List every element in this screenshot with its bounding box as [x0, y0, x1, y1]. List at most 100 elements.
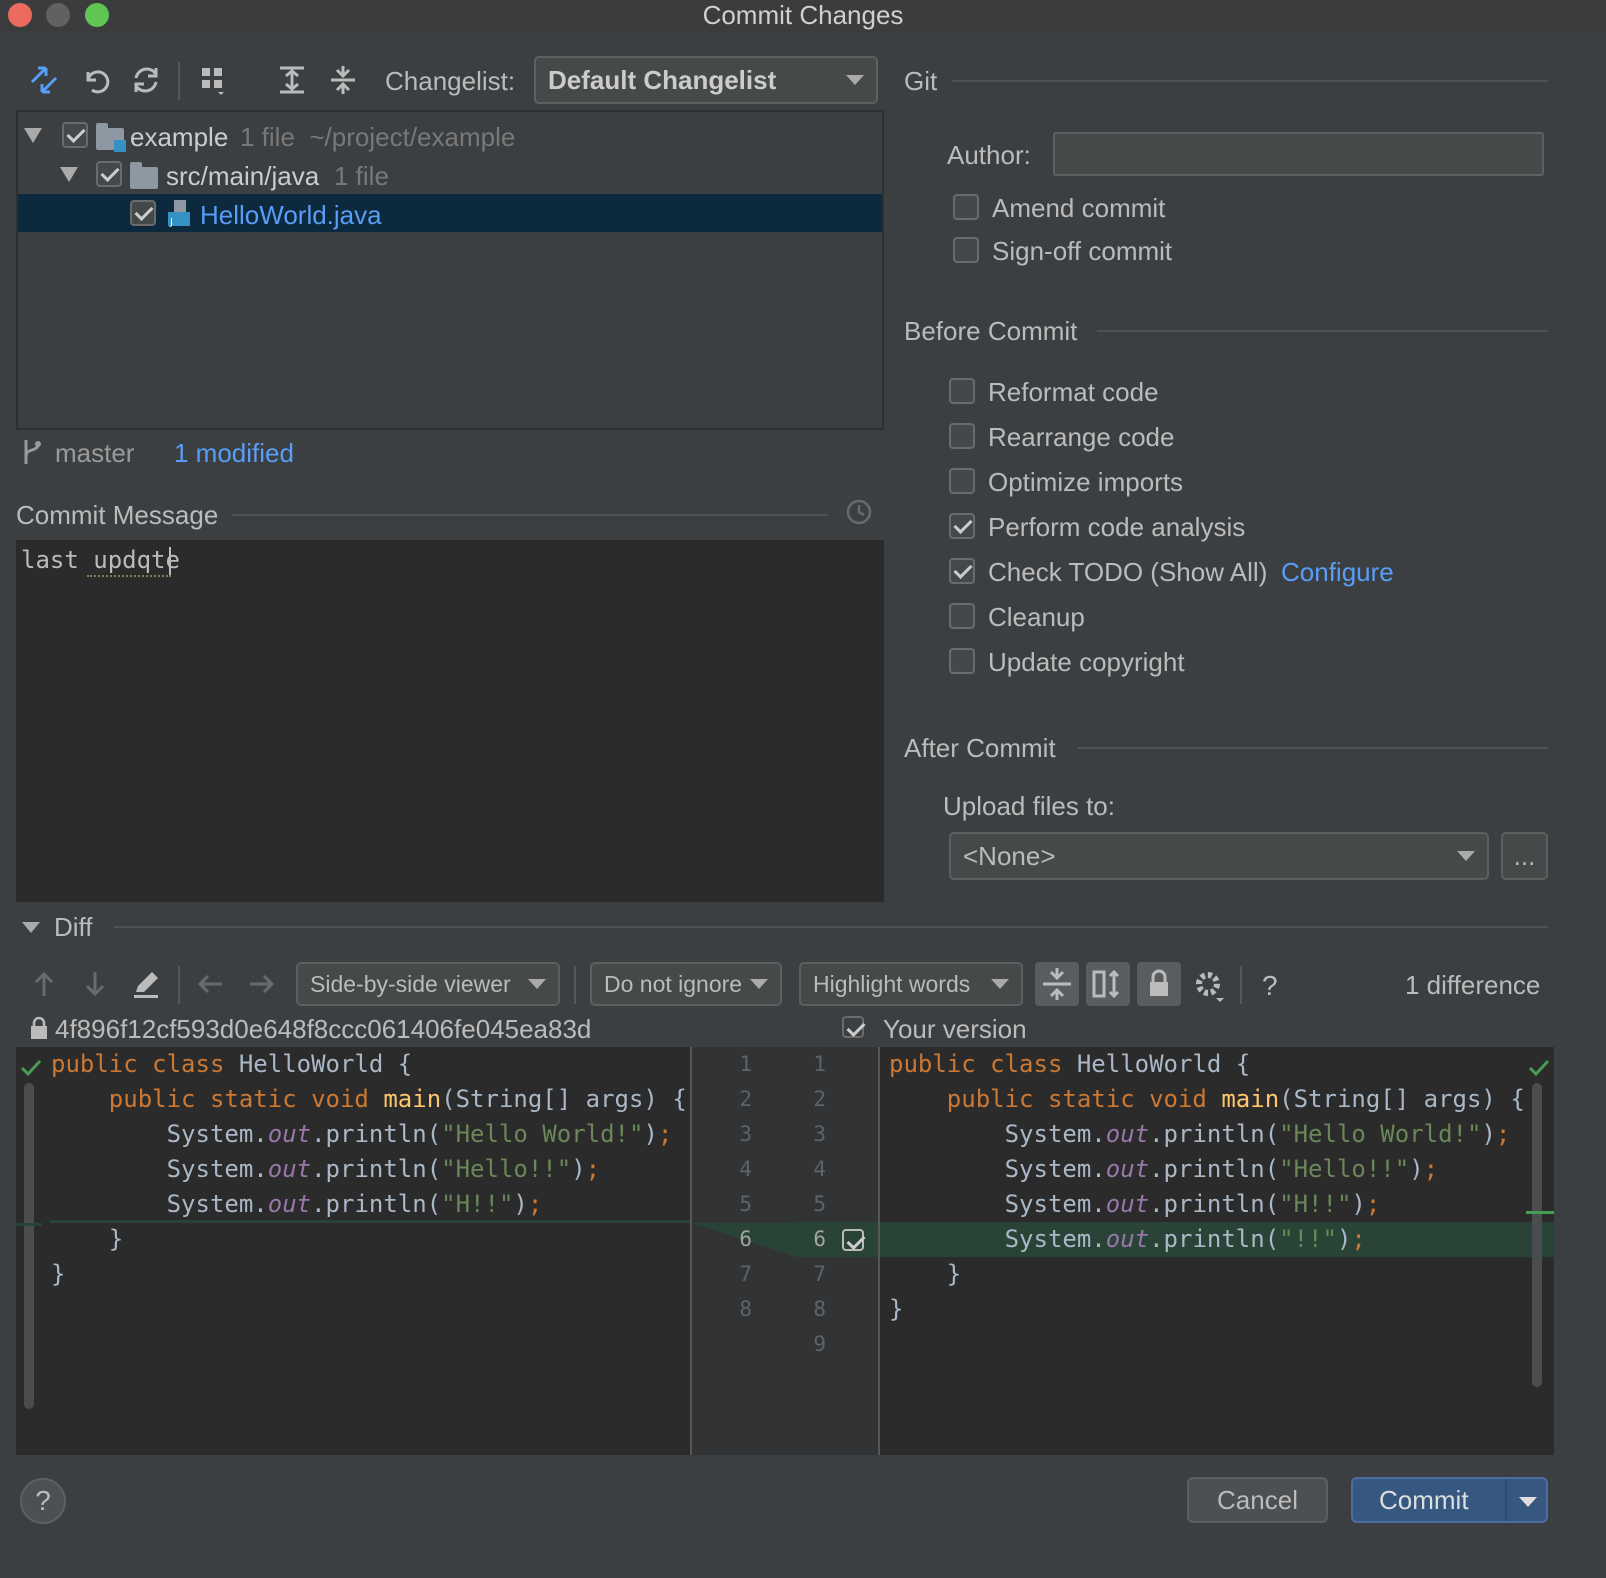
reformat-code-checkbox[interactable]	[949, 378, 975, 404]
left-revision-hash: 4f896f12cf593d0e648f8ccc061406fe045ea83d	[55, 1014, 592, 1044]
edit-source-icon[interactable]	[128, 966, 164, 1002]
src-main-java-checkbox[interactable]	[96, 161, 122, 187]
expand-triangle-icon[interactable]	[60, 167, 78, 182]
commit-button[interactable]: Commit	[1351, 1477, 1548, 1523]
update-copyright-checkbox[interactable]	[949, 648, 975, 674]
changes-tree[interactable]: example 1 file ~/project/example src/mai…	[16, 110, 884, 430]
next-difference-icon[interactable]	[77, 966, 113, 1002]
perform-code-analysis-checkbox[interactable]	[949, 513, 975, 539]
commit-label: Commit	[1379, 1484, 1469, 1515]
toolbar-separator	[178, 62, 180, 100]
perform-code-analysis-label: Perform code analysis	[988, 512, 1246, 542]
chevron-down-icon	[750, 979, 768, 989]
left-editor[interactable]: public class HelloWorld { public static …	[16, 1047, 690, 1455]
chevron-down-icon	[846, 75, 864, 85]
arrow-right-icon[interactable]	[244, 966, 280, 1002]
amend-commit-checkbox[interactable]	[953, 194, 979, 220]
help-icon: ?	[35, 1485, 51, 1516]
rollback-icon[interactable]	[78, 62, 114, 98]
include-your-version-checkbox[interactable]	[842, 1016, 864, 1038]
group-by-icon[interactable]	[196, 62, 232, 98]
title-bar: Commit Changes	[0, 0, 1606, 34]
modified-count-link[interactable]: 1 modified	[174, 438, 294, 469]
help-button[interactable]: ?	[20, 1478, 66, 1524]
apply-change-checkbox[interactable]	[842, 1229, 864, 1251]
diff-title: Diff	[54, 912, 93, 942]
cancel-label: Cancel	[1217, 1484, 1298, 1515]
author-input[interactable]	[1053, 132, 1544, 176]
refresh-icon[interactable]	[128, 62, 164, 98]
chevron-down-icon	[528, 979, 546, 989]
diff-help-icon[interactable]: ?	[1262, 970, 1278, 1002]
toolbar-separator	[178, 966, 180, 1004]
amend-commit-label: Amend commit	[992, 193, 1166, 223]
viewer-mode-value: Side-by-side viewer	[310, 970, 511, 997]
reformat-code-label: Reformat code	[988, 377, 1159, 407]
left-code: public class HelloWorld { public static …	[51, 1050, 687, 1288]
signoff-commit-checkbox[interactable]	[953, 237, 979, 263]
highlight-mode-dropdown[interactable]: Highlight words	[799, 962, 1023, 1006]
changelist-label: Changelist:	[385, 66, 516, 96]
right-editor[interactable]: public class HelloWorld { public static …	[880, 1047, 1554, 1455]
tree-item-name: src/main/java	[166, 161, 320, 191]
right-revision-label: Your version	[883, 1014, 1027, 1044]
branch-name[interactable]: master	[55, 438, 134, 469]
tree-item-name: HelloWorld.java	[200, 200, 382, 230]
helloworld-java-checkbox[interactable]	[130, 200, 156, 226]
tree-item-meta: 1 file	[334, 161, 389, 191]
upload-browse-button[interactable]: ...	[1501, 832, 1548, 880]
expand-all-icon[interactable]	[274, 62, 310, 98]
diff-viewer[interactable]: public class HelloWorld { public static …	[16, 1047, 1554, 1455]
folder-icon	[130, 162, 158, 189]
cancel-button[interactable]: Cancel	[1187, 1477, 1328, 1523]
upload-files-label: Upload files to:	[943, 791, 1115, 821]
history-clock-icon[interactable]	[845, 498, 873, 526]
split-separator	[1505, 1479, 1507, 1521]
previous-difference-icon[interactable]	[26, 966, 62, 1002]
arrow-left-icon[interactable]	[192, 966, 228, 1002]
browse-label: ...	[1513, 840, 1536, 871]
rearrange-code-checkbox[interactable]	[949, 423, 975, 449]
changelist-dropdown[interactable]: Default Changelist	[534, 56, 878, 104]
upload-target-dropdown[interactable]: <None>	[949, 832, 1489, 880]
synchronize-scrolling-icon[interactable]	[1086, 962, 1130, 1006]
optimize-imports-checkbox[interactable]	[949, 468, 975, 494]
diff-collapse-triangle-icon[interactable]	[22, 922, 40, 933]
cleanup-checkbox[interactable]	[949, 603, 975, 629]
check-todo-label: Check TODO (Show All)	[988, 557, 1268, 587]
commit-message-title: Commit Message	[16, 500, 219, 530]
update-copyright-label: Update copyright	[988, 647, 1185, 677]
branch-icon	[20, 438, 44, 466]
lock-icon[interactable]	[1137, 962, 1181, 1006]
spellcheck-underline	[87, 573, 171, 577]
signoff-commit-label: Sign-off commit	[992, 236, 1173, 266]
right-scrollbar[interactable]	[1532, 1083, 1542, 1387]
ignore-whitespace-dropdown[interactable]: Do not ignore	[590, 962, 782, 1006]
expand-triangle-icon[interactable]	[24, 128, 42, 143]
configure-link[interactable]: Configure	[1281, 557, 1394, 588]
text-caret	[169, 547, 171, 575]
chevron-down-icon	[1457, 851, 1475, 861]
section-divider	[1077, 747, 1548, 749]
viewer-mode-dropdown[interactable]: Side-by-side viewer	[296, 962, 560, 1006]
cleanup-label: Cleanup	[988, 602, 1085, 632]
collapse-all-icon[interactable]	[325, 62, 361, 98]
window-title: Commit Changes	[702, 0, 904, 30]
upload-target-value: <None>	[963, 840, 1056, 871]
collapse-unchanged-icon[interactable]	[1035, 962, 1079, 1006]
commit-message-input[interactable]: last updqte	[16, 540, 884, 902]
example-checkbox[interactable]	[62, 122, 88, 148]
tree-row-src-main-java[interactable]: src/main/java 1 file	[18, 155, 882, 193]
show-diff-icon[interactable]	[26, 62, 62, 98]
check-todo-checkbox[interactable]	[949, 558, 975, 584]
section-divider	[952, 80, 1548, 82]
gear-icon[interactable]	[1190, 966, 1230, 1006]
rearrange-code-label: Rearrange code	[988, 422, 1175, 452]
lock-icon	[30, 1016, 48, 1040]
ignore-whitespace-value: Do not ignore	[604, 970, 743, 997]
commit-options-chevron-icon[interactable]	[1519, 1497, 1537, 1507]
left-scrollbar[interactable]	[24, 1083, 34, 1409]
tree-row-helloworld-java[interactable]: J HelloWorld.java	[18, 194, 882, 232]
tree-item-name: example	[130, 122, 229, 152]
tree-row-example[interactable]: example 1 file ~/project/example	[18, 116, 882, 154]
